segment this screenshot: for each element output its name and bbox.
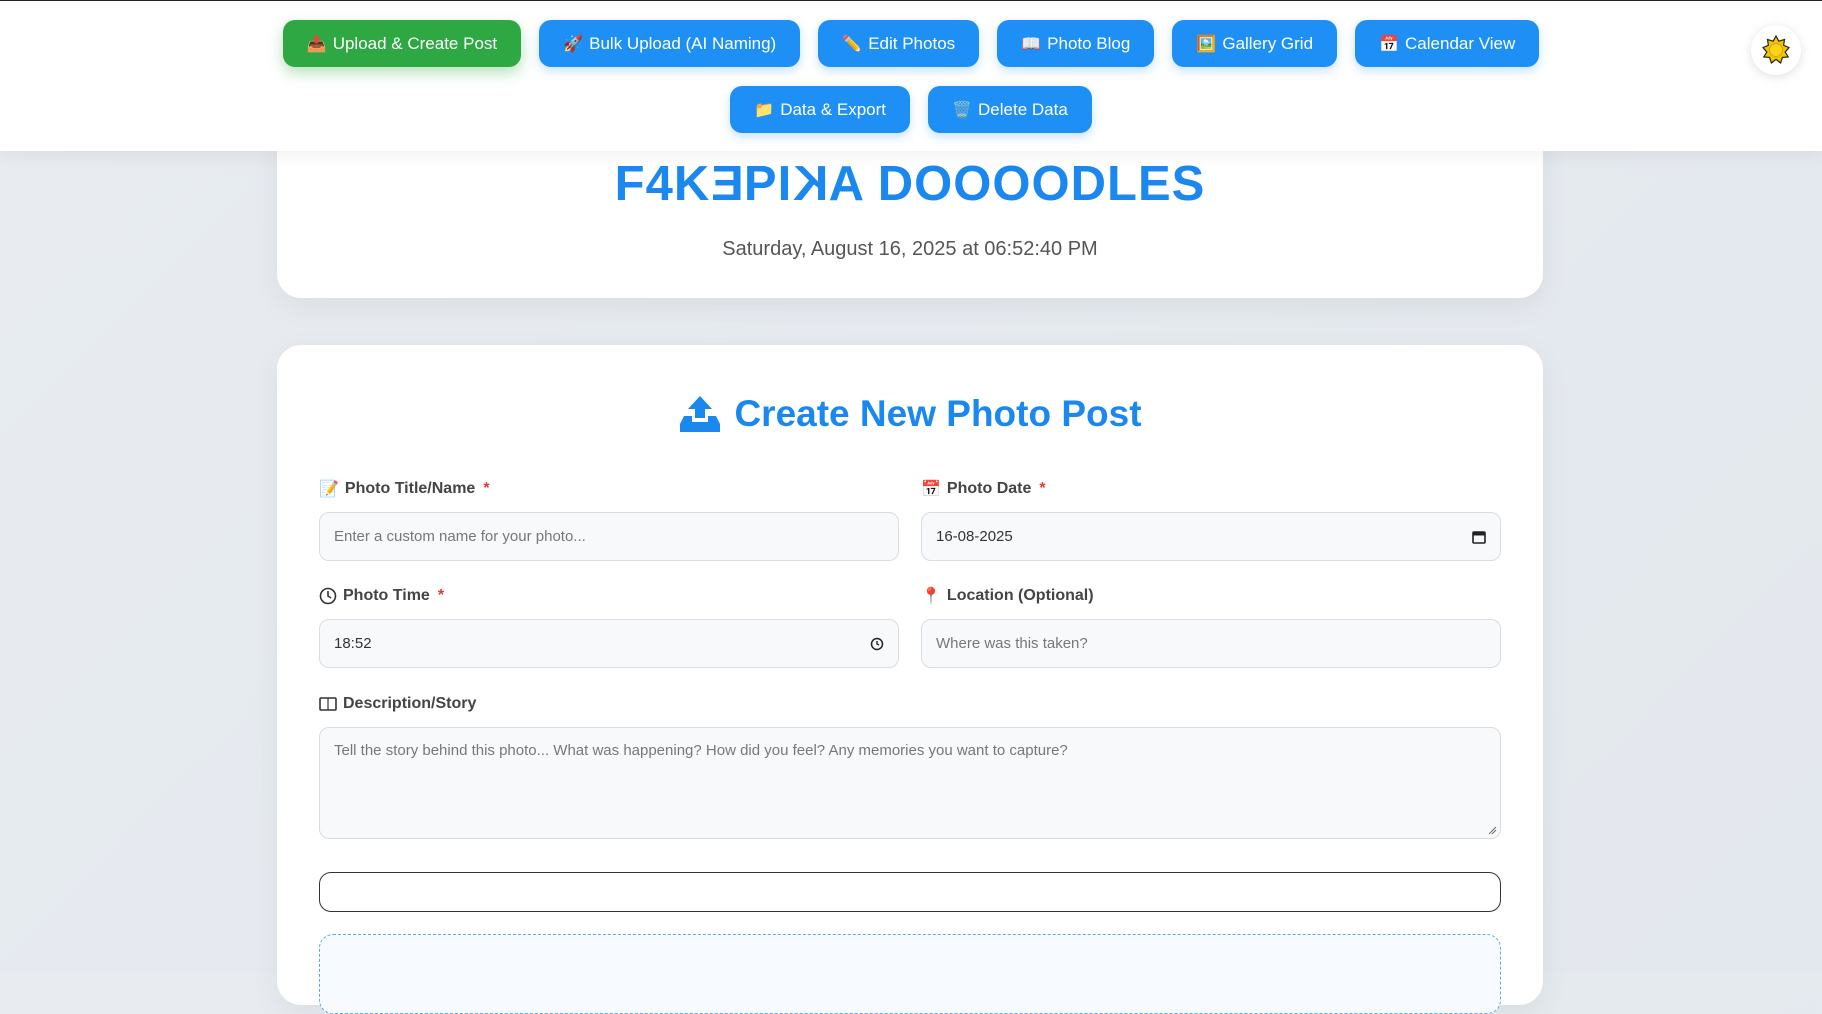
upload-tray-icon: 📤	[306, 35, 327, 53]
upload-tray-icon	[680, 396, 721, 432]
nav-button-label: Calendar View	[1405, 33, 1516, 53]
site-title-mirrored-letter: E	[710, 157, 744, 211]
open-book-icon	[319, 697, 337, 711]
theme-toggle-button[interactable]	[1751, 25, 1801, 75]
input-placeholder: Where was this taken?	[936, 635, 1088, 652]
nav-button-label: Gallery Grid	[1222, 33, 1314, 53]
nav-bulk-upload-button[interactable]: 🚀 Bulk Upload (AI Naming)	[539, 20, 801, 67]
input-value: 18:52	[334, 635, 372, 652]
pencil-icon: ✏️	[842, 35, 863, 53]
label-text: Photo Time	[343, 587, 430, 604]
resize-handle-icon[interactable]	[1487, 825, 1497, 835]
nav-button-label: Photo Blog	[1047, 33, 1131, 53]
photo-time-field: Photo Time * 18:52	[319, 585, 899, 668]
label-text: Photo Date	[946, 480, 1032, 497]
nav-button-label: Data & Export	[780, 99, 887, 119]
nav-row-primary: 📤 Upload & Create Post 🚀 Bulk Upload (AI…	[0, 20, 1822, 67]
site-title-mirrored-letter: K	[792, 157, 829, 211]
input-placeholder: Enter a custom name for your photo...	[334, 528, 586, 545]
input-value: 16-08-2025	[936, 528, 1013, 545]
nav-upload-create-post-button[interactable]: 📤 Upload & Create Post	[282, 20, 522, 67]
folder-icon: 📁	[754, 101, 775, 119]
framed-picture-icon: 🖼️	[1196, 35, 1217, 53]
open-book-icon: 📖	[1021, 35, 1042, 53]
location-label: 📍 Location (Optional)	[921, 585, 1501, 607]
round-pushpin-icon: 📍	[921, 588, 941, 605]
nav-delete-data-button[interactable]: 🗑️ Delete Data	[928, 86, 1092, 133]
time-picker-icon[interactable]	[870, 637, 884, 651]
label-text: Description/Story	[343, 695, 477, 712]
calendar-icon: 📅	[1379, 35, 1399, 53]
description-label: Description/Story	[319, 693, 1501, 715]
label-text: Photo Title/Name	[344, 480, 476, 497]
description-field: Description/Story Tell the story behind …	[319, 693, 1501, 839]
required-mark: *	[1039, 480, 1046, 497]
photo-title-input[interactable]: Enter a custom name for your photo...	[319, 512, 899, 561]
required-mark: *	[437, 587, 445, 604]
nav-gallery-grid-button[interactable]: 🖼️ Gallery Grid	[1172, 20, 1338, 67]
required-mark: *	[483, 480, 490, 497]
nav-button-label: Bulk Upload (AI Naming)	[589, 33, 777, 53]
label-text: Location (Optional)	[946, 587, 1094, 604]
current-datetime: Saturday, August 16, 2025 at 06:52:40 PM	[722, 238, 1098, 260]
form-title: Create New Photo Post	[277, 393, 1543, 435]
focused-empty-input[interactable]	[319, 872, 1501, 912]
clock-icon	[319, 587, 337, 605]
site-title: F4KEPIKA DOOOODLES	[277, 156, 1543, 212]
create-post-form-card: Create New Photo Post 📝 Photo Title/Name…	[277, 345, 1543, 1014]
nav-edit-photos-button[interactable]: ✏️ Edit Photos	[818, 20, 980, 67]
calendar-icon: 📅	[921, 481, 941, 498]
rocket-icon: 🚀	[563, 35, 584, 53]
photo-date-input[interactable]: 16-08-2025	[921, 512, 1501, 561]
nav-button-label: Upload & Create Post	[332, 33, 498, 53]
location-input[interactable]: Where was this taken?	[921, 619, 1501, 668]
photo-time-input[interactable]: 18:52	[319, 619, 899, 668]
nav-button-label: Delete Data	[978, 99, 1068, 119]
sun-icon	[1762, 35, 1790, 65]
form-title-text: Create New Photo Post	[734, 393, 1142, 434]
photo-upload-dropzone[interactable]	[319, 934, 1501, 1014]
location-field: 📍 Location (Optional) Where was this tak…	[921, 585, 1501, 668]
site-title-segment: PI	[743, 157, 793, 211]
top-navigation-bar: 📤 Upload & Create Post 🚀 Bulk Upload (AI…	[0, 0, 1822, 151]
nav-photo-blog-button[interactable]: 📖 Photo Blog	[997, 20, 1155, 67]
nav-data-export-button[interactable]: 📁 Data & Export	[730, 86, 911, 133]
photo-date-field: 📅 Photo Date * 16-08-2025	[921, 478, 1501, 561]
photo-time-label: Photo Time *	[319, 585, 899, 607]
nav-calendar-view-button[interactable]: 📅 Calendar View	[1355, 20, 1540, 67]
photo-date-label: 📅 Photo Date *	[921, 478, 1501, 500]
memo-icon: 📝	[319, 481, 339, 498]
trash-can-icon: 🗑️	[952, 101, 972, 119]
calendar-picker-icon[interactable]	[1472, 530, 1486, 544]
photo-title-field: 📝 Photo Title/Name * Enter a custom name…	[319, 478, 899, 561]
nav-button-label: Edit Photos	[868, 33, 956, 53]
site-title-segment: F4K	[614, 157, 711, 211]
description-textarea[interactable]: Tell the story behind this photo... What…	[319, 727, 1501, 839]
photo-title-label: 📝 Photo Title/Name *	[319, 478, 899, 500]
site-title-segment: A DOOOODLES	[828, 157, 1206, 211]
textarea-placeholder: Tell the story behind this photo... What…	[334, 742, 1068, 759]
nav-row-secondary: 📁 Data & Export 🗑️ Delete Data	[0, 86, 1822, 133]
